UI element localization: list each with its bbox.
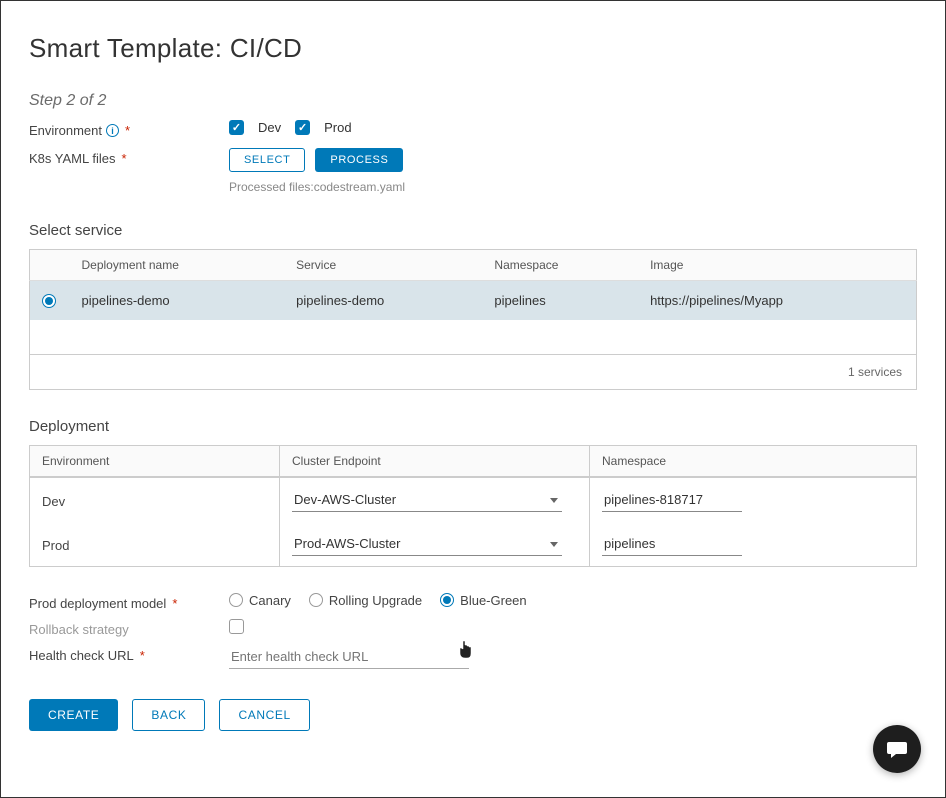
create-button[interactable]: CREATE: [29, 699, 118, 731]
rollback-checkbox[interactable]: [229, 619, 244, 634]
col-namespace: Namespace: [482, 250, 638, 281]
table-row: Dev Dev-AWS-Cluster: [30, 478, 916, 522]
prod-checkbox[interactable]: ✓: [295, 120, 310, 135]
row-radio[interactable]: [42, 294, 56, 308]
rollback-label: Rollback strategy: [29, 619, 229, 637]
canary-radio-label: Canary: [249, 593, 291, 608]
dev-checkbox[interactable]: ✓: [229, 120, 244, 135]
page-title: Smart Template: CI/CD: [29, 33, 917, 64]
cell-service: pipelines-demo: [284, 281, 482, 321]
process-button[interactable]: PROCESS: [315, 148, 403, 172]
environment-label: Environment i *: [29, 120, 229, 138]
blue-green-radio-label: Blue-Green: [460, 593, 526, 608]
env-cell: Dev: [30, 478, 280, 522]
info-icon[interactable]: i: [106, 124, 119, 137]
processed-files-note: Processed files:codestream.yaml: [229, 180, 405, 194]
service-table: Deployment name Service Namespace Image …: [29, 249, 917, 355]
namespace-input[interactable]: [602, 488, 742, 512]
table-row: Prod Prod-AWS-Cluster: [30, 522, 916, 566]
cluster-endpoint-select[interactable]: Dev-AWS-Cluster: [292, 488, 562, 512]
col-environment: Environment: [30, 446, 280, 476]
prod-checkbox-label: Prod: [324, 120, 351, 135]
select-service-heading: Select service: [29, 222, 917, 239]
env-cell: Prod: [30, 522, 280, 566]
col-service: Service: [284, 250, 482, 281]
k8s-label: K8s YAML files*: [29, 148, 229, 166]
rolling-upgrade-radio[interactable]: [309, 593, 323, 607]
canary-radio[interactable]: [229, 593, 243, 607]
select-button[interactable]: SELECT: [229, 148, 305, 172]
chat-icon: [885, 737, 909, 761]
service-table-footer: 1 services: [29, 355, 917, 390]
cluster-endpoint-select[interactable]: Prod-AWS-Cluster: [292, 532, 562, 556]
cell-namespace: pipelines: [482, 281, 638, 321]
cancel-button[interactable]: CANCEL: [219, 699, 309, 731]
dev-checkbox-label: Dev: [258, 120, 281, 135]
back-button[interactable]: BACK: [132, 699, 205, 731]
rolling-upgrade-radio-label: Rolling Upgrade: [329, 593, 422, 608]
step-indicator: Step 2 of 2: [29, 92, 917, 110]
col-deployment-name: Deployment name: [70, 250, 285, 281]
chat-button[interactable]: [873, 725, 921, 773]
namespace-input[interactable]: [602, 532, 742, 556]
health-check-label: Health check URL*: [29, 645, 229, 663]
cell-image: https://pipelines/Myapp: [638, 281, 916, 321]
deployment-heading: Deployment: [29, 418, 917, 435]
col-image: Image: [638, 250, 916, 281]
prod-model-label: Prod deployment model*: [29, 593, 229, 611]
deployment-table: Environment Cluster Endpoint Namespace D…: [29, 445, 917, 567]
cell-deployment-name: pipelines-demo: [70, 281, 285, 321]
table-row[interactable]: pipelines-demo pipelines-demo pipelines …: [30, 281, 917, 321]
health-check-input[interactable]: [229, 645, 469, 669]
col-namespace: Namespace: [590, 446, 916, 476]
blue-green-radio[interactable]: [440, 593, 454, 607]
col-cluster-endpoint: Cluster Endpoint: [280, 446, 590, 476]
